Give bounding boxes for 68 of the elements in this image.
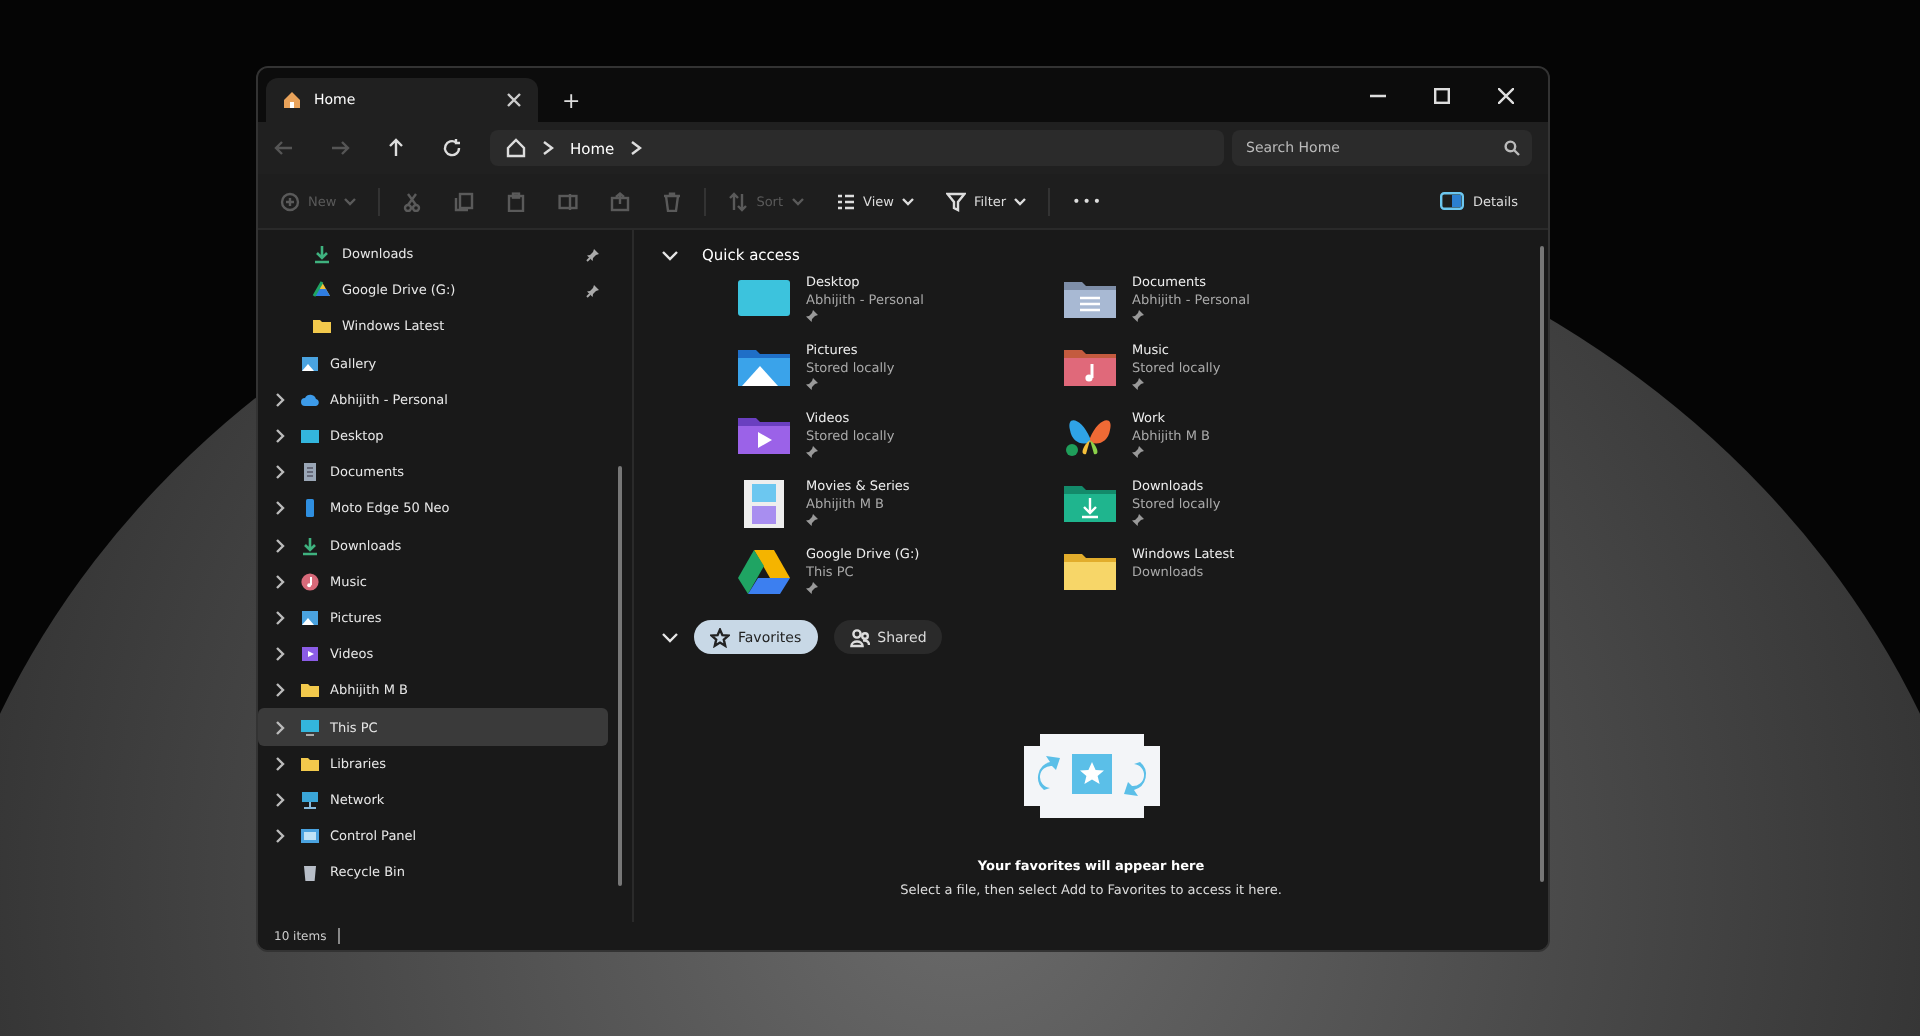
chevron-right-icon (274, 609, 286, 626)
folder-icon (312, 316, 332, 337)
chevron-down-icon (344, 197, 357, 205)
filter-icon (945, 191, 966, 211)
pictures-icon (300, 607, 320, 628)
copy-icon (454, 191, 475, 211)
pin-icon (586, 283, 600, 298)
scrollbar[interactable] (618, 466, 622, 886)
favorites-illustration (1023, 734, 1159, 818)
download-icon (300, 535, 320, 556)
chevron-right-icon (274, 428, 286, 445)
close-icon[interactable] (1498, 87, 1514, 103)
chevron-right-icon (274, 828, 286, 845)
chevron-right-icon (274, 573, 286, 590)
control-panel-icon (300, 826, 320, 847)
new-icon (280, 191, 300, 211)
forward-arrow-icon[interactable] (330, 138, 350, 158)
new-tab-button[interactable]: + (550, 78, 593, 122)
share-icon (610, 191, 631, 211)
music-icon (300, 571, 320, 592)
maximize-icon[interactable] (1434, 87, 1450, 103)
document-icon (300, 462, 320, 483)
chevron-right-icon (274, 537, 286, 554)
chevron-right-icon (274, 682, 286, 699)
trash-icon (662, 191, 683, 211)
gallery-icon (300, 353, 320, 374)
scrollbar[interactable] (1540, 246, 1544, 882)
rename-icon (558, 191, 579, 211)
network-icon (300, 789, 320, 810)
desktop-icon (300, 426, 320, 447)
chevron-right-icon (274, 391, 286, 408)
pin-icon (586, 247, 600, 262)
phone-icon (300, 498, 320, 519)
chevron-right-icon (274, 646, 286, 663)
back-arrow-icon[interactable] (274, 138, 294, 158)
cloud-icon (300, 389, 320, 410)
chevron-right-icon (630, 140, 643, 156)
up-arrow-icon[interactable] (386, 138, 406, 158)
star-icon (710, 627, 730, 647)
chevron-down-icon (791, 197, 804, 205)
sort-icon (728, 191, 749, 211)
home-icon (506, 138, 526, 158)
chevron-right-icon (542, 140, 554, 156)
chevron-right-icon (274, 500, 286, 517)
scissors-icon (402, 191, 423, 211)
clipboard-icon (506, 191, 527, 211)
chevron-down-icon[interactable] (662, 631, 678, 643)
chevron-down-icon (901, 197, 914, 205)
details-pane-icon (1440, 192, 1465, 210)
chevron-down-icon (1014, 197, 1027, 205)
chevron-right-icon (274, 755, 286, 772)
chevron-down-icon[interactable] (662, 249, 678, 261)
video-icon (300, 644, 320, 665)
folder-icon (300, 753, 320, 774)
refresh-icon[interactable] (442, 138, 462, 158)
download-icon (312, 244, 332, 265)
monitor-icon (300, 717, 320, 738)
folder-icon (300, 680, 320, 701)
home-icon (282, 90, 302, 110)
chevron-right-icon (274, 791, 286, 808)
triangle-drive-icon (736, 546, 792, 598)
chevron-right-icon (274, 719, 286, 736)
people-icon (849, 627, 870, 647)
chevron-right-icon (274, 464, 286, 481)
list-icon (835, 191, 856, 211)
close-icon[interactable] (506, 92, 522, 108)
recycle-bin-icon (300, 862, 320, 883)
drive-icon (312, 280, 332, 301)
